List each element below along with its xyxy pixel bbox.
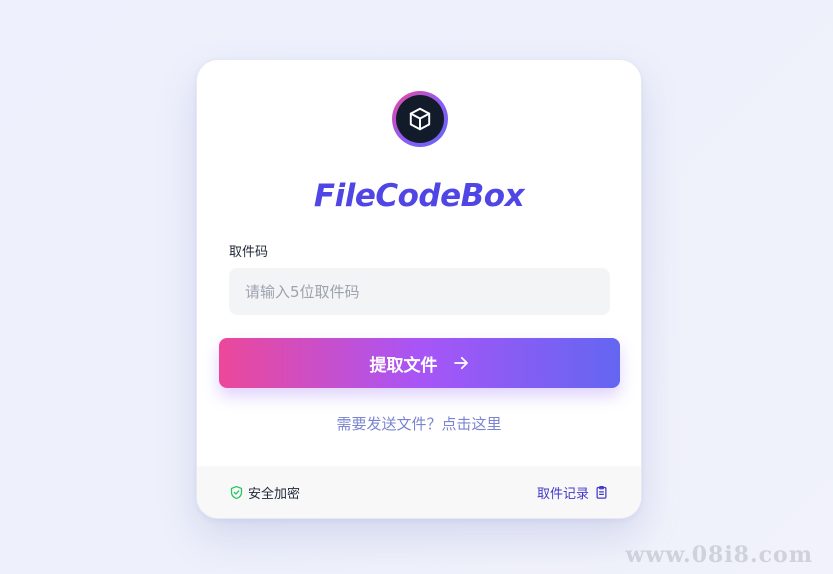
secure-badge: 安全加密 — [229, 483, 300, 502]
pickup-code-label: 取件码 — [229, 245, 269, 260]
arrow-right-icon — [452, 354, 470, 372]
retrieve-file-button[interactable]: 提取文件 — [219, 338, 620, 388]
clipboard-icon — [594, 485, 609, 500]
retrieve-file-label: 提取文件 — [369, 355, 438, 376]
pickup-code-input[interactable] — [229, 268, 610, 315]
app-title: FileCodeBox — [313, 178, 525, 214]
pickup-history-button[interactable]: 取件记录 — [537, 483, 609, 502]
cube-icon — [407, 106, 433, 132]
pickup-card: FileCodeBox 取件码 提取文件 需要发送文件？点击这里 安全加密 取件… — [196, 59, 642, 519]
app-logo — [392, 91, 448, 147]
watermark: www.08i8.com — [625, 542, 813, 568]
pickup-history-label: 取件记录 — [536, 487, 589, 502]
card-footer: 安全加密 取件记录 — [197, 466, 641, 518]
send-file-link[interactable]: 需要发送文件？点击这里 — [197, 413, 641, 434]
shield-check-icon — [229, 485, 244, 500]
secure-label: 安全加密 — [248, 487, 301, 502]
